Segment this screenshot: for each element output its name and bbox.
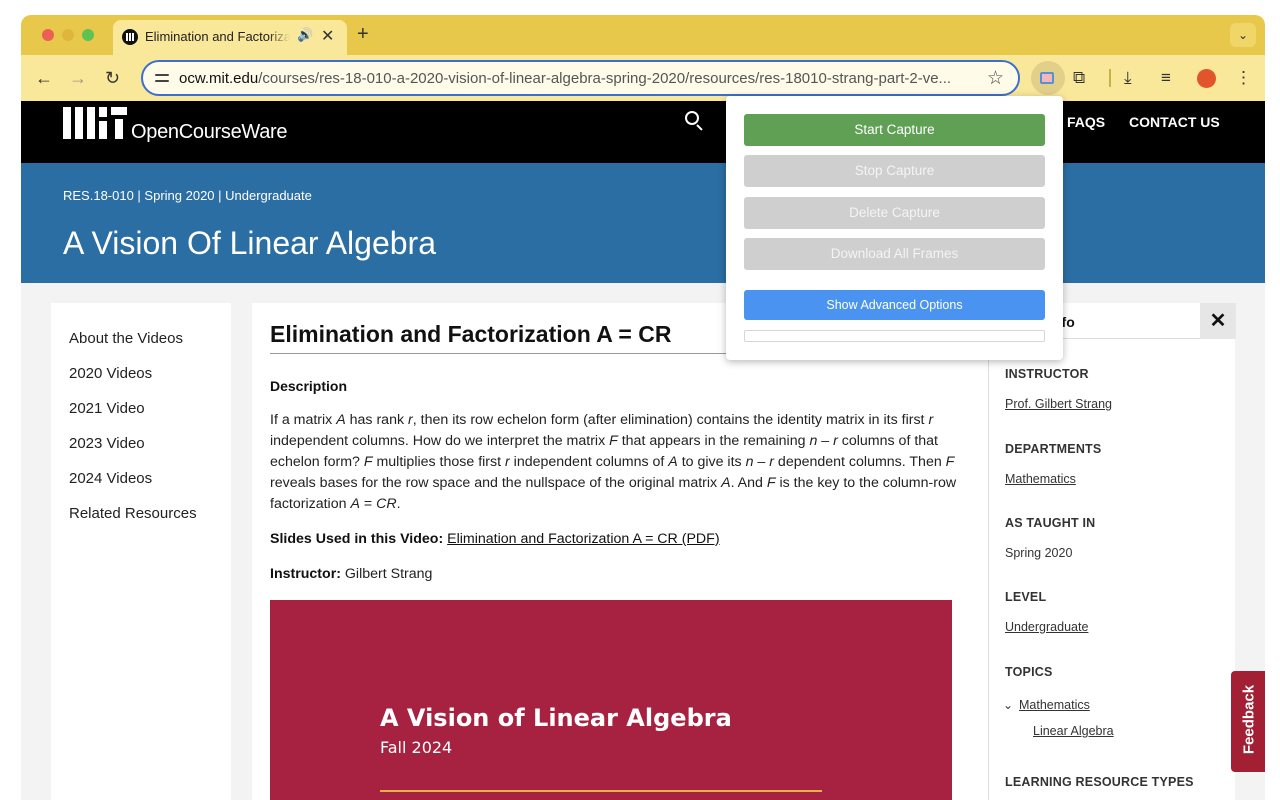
topics-label: TOPICS bbox=[1005, 665, 1053, 679]
instructor-label: INSTRUCTOR bbox=[1005, 367, 1089, 381]
course-info-sidebar: nfo ✕ INSTRUCTOR Prof. Gilbert Strang DE… bbox=[988, 303, 1236, 800]
reload-icon[interactable]: ↻ bbox=[105, 67, 120, 89]
tab-close-icon[interactable]: ✕ bbox=[321, 26, 334, 46]
speaker-icon[interactable]: 🔊 bbox=[297, 27, 313, 43]
nav-item-2024-videos[interactable]: 2024 Videos bbox=[69, 470, 152, 487]
address-bar[interactable]: ocw.mit.edu/courses/res-18-010-a-2020-vi… bbox=[141, 60, 1020, 96]
minimize-window-button[interactable] bbox=[62, 29, 74, 41]
video-title: A Vision of Linear Algebra bbox=[380, 704, 732, 732]
tab-title: Elimination and Factorization A = CR bbox=[145, 29, 290, 44]
departments-label: DEPARTMENTS bbox=[1005, 442, 1102, 456]
site-header: OpenCourseWare FAQS CONTACT US bbox=[21, 101, 1265, 163]
close-icon[interactable]: ✕ bbox=[1200, 303, 1236, 339]
capture-progress-bar bbox=[744, 330, 1045, 342]
delete-capture-button[interactable]: Delete Capture bbox=[744, 197, 1045, 229]
back-arrow-icon[interactable]: ← bbox=[35, 67, 53, 89]
browser-toolbar: ← → ↻ ocw.mit.edu/courses/res-18-010-a-2… bbox=[21, 55, 1265, 101]
resource-content: Elimination and Factorization A = CR Des… bbox=[252, 303, 990, 800]
ocw-favicon-icon bbox=[122, 29, 138, 45]
download-frames-button[interactable]: Download All Frames bbox=[744, 238, 1045, 270]
nav-item-related-resources[interactable]: Related Resources bbox=[69, 505, 197, 522]
new-tab-button[interactable]: + bbox=[357, 23, 369, 46]
maximize-window-button[interactable] bbox=[82, 29, 94, 41]
course-nav: About the Videos 2020 Videos 2021 Video … bbox=[51, 303, 231, 800]
ocw-brand[interactable]: OpenCourseWare bbox=[131, 121, 288, 144]
bookmark-star-icon[interactable]: ☆ bbox=[987, 67, 1004, 90]
advanced-options-button[interactable]: Show Advanced Options bbox=[744, 290, 1045, 320]
contact-us-link[interactable]: CONTACT US bbox=[1129, 114, 1220, 130]
forward-arrow-icon[interactable]: → bbox=[69, 67, 87, 89]
media-controls-icon[interactable]: ≡ bbox=[1161, 68, 1171, 88]
web-page: OpenCourseWare FAQS CONTACT US RES.18-01… bbox=[21, 101, 1265, 800]
feedback-label: Feedback bbox=[1240, 684, 1258, 755]
resource-title: Elimination and Factorization A = CR bbox=[270, 321, 672, 347]
search-icon[interactable] bbox=[685, 111, 705, 133]
capture-extension-popup: Start Capture Stop Capture Delete Captur… bbox=[726, 96, 1063, 360]
level-link[interactable]: Undergraduate bbox=[1005, 620, 1088, 634]
description-heading: Description bbox=[270, 378, 348, 394]
slides-line: Slides Used in this Video: Elimination a… bbox=[270, 531, 720, 547]
nav-item-about-videos[interactable]: About the Videos bbox=[69, 330, 183, 347]
resource-types-label: LEARNING RESOURCE TYPES bbox=[1005, 775, 1194, 789]
video-player[interactable]: A Vision of Linear Algebra Fall 2024 bbox=[270, 600, 952, 800]
browser-window: Elimination and Factorization A = CR 🔊 ✕… bbox=[21, 15, 1265, 800]
start-capture-button[interactable]: Start Capture bbox=[744, 114, 1045, 146]
tab-strip: Elimination and Factorization A = CR 🔊 ✕… bbox=[21, 15, 1265, 55]
url-text[interactable]: ocw.mit.edu/courses/res-18-010-a-2020-vi… bbox=[179, 70, 979, 87]
capture-extension-icon[interactable] bbox=[1031, 61, 1065, 95]
video-subtitle: Fall 2024 bbox=[380, 738, 453, 757]
subtopic-link[interactable]: Linear Algebra bbox=[1033, 724, 1114, 738]
toolbar-divider bbox=[1109, 69, 1111, 87]
taught-in-label: AS TAUGHT IN bbox=[1005, 516, 1096, 530]
profile-avatar[interactable] bbox=[1197, 69, 1216, 88]
site-settings-icon[interactable] bbox=[153, 70, 171, 86]
instructor-link[interactable]: Prof. Gilbert Strang bbox=[1005, 397, 1112, 411]
video-divider bbox=[380, 790, 822, 792]
slides-pdf-link[interactable]: Elimination and Factorization A = CR (PD… bbox=[447, 531, 719, 547]
faqs-link[interactable]: FAQS bbox=[1067, 114, 1105, 130]
course-banner: RES.18-010 | Spring 2020 | Undergraduate… bbox=[21, 163, 1265, 283]
level-label: LEVEL bbox=[1005, 590, 1047, 604]
nav-item-2020-videos[interactable]: 2020 Videos bbox=[69, 365, 152, 382]
instructor-line: Instructor: Gilbert Strang bbox=[270, 566, 433, 582]
feedback-button[interactable]: Feedback bbox=[1231, 671, 1265, 772]
taught-in-value: Spring 2020 bbox=[1005, 546, 1073, 560]
mit-logo[interactable] bbox=[63, 107, 127, 139]
course-meta: RES.18-010 | Spring 2020 | Undergraduate bbox=[63, 188, 312, 203]
close-window-button[interactable] bbox=[42, 29, 54, 41]
course-title[interactable]: A Vision Of Linear Algebra bbox=[63, 225, 436, 262]
chevron-down-icon[interactable]: ⌄ bbox=[1003, 698, 1013, 712]
tab-search-dropdown[interactable]: ⌄ bbox=[1230, 23, 1256, 47]
nav-item-2023-video[interactable]: 2023 Video bbox=[69, 435, 145, 452]
more-menu-icon[interactable]: ⋮ bbox=[1235, 68, 1252, 88]
description-text: If a matrix A has rank r, then its row e… bbox=[270, 412, 957, 512]
topic-link[interactable]: Mathematics bbox=[1019, 698, 1090, 712]
active-tab[interactable]: Elimination and Factorization A = CR 🔊 ✕ bbox=[113, 20, 347, 55]
stop-capture-button[interactable]: Stop Capture bbox=[744, 155, 1045, 187]
department-link[interactable]: Mathematics bbox=[1005, 472, 1076, 486]
download-icon[interactable]: ⤓ bbox=[1124, 68, 1132, 88]
nav-item-2021-video[interactable]: 2021 Video bbox=[69, 400, 145, 417]
extensions-puzzle-icon[interactable]: ⧉ bbox=[1073, 68, 1085, 88]
